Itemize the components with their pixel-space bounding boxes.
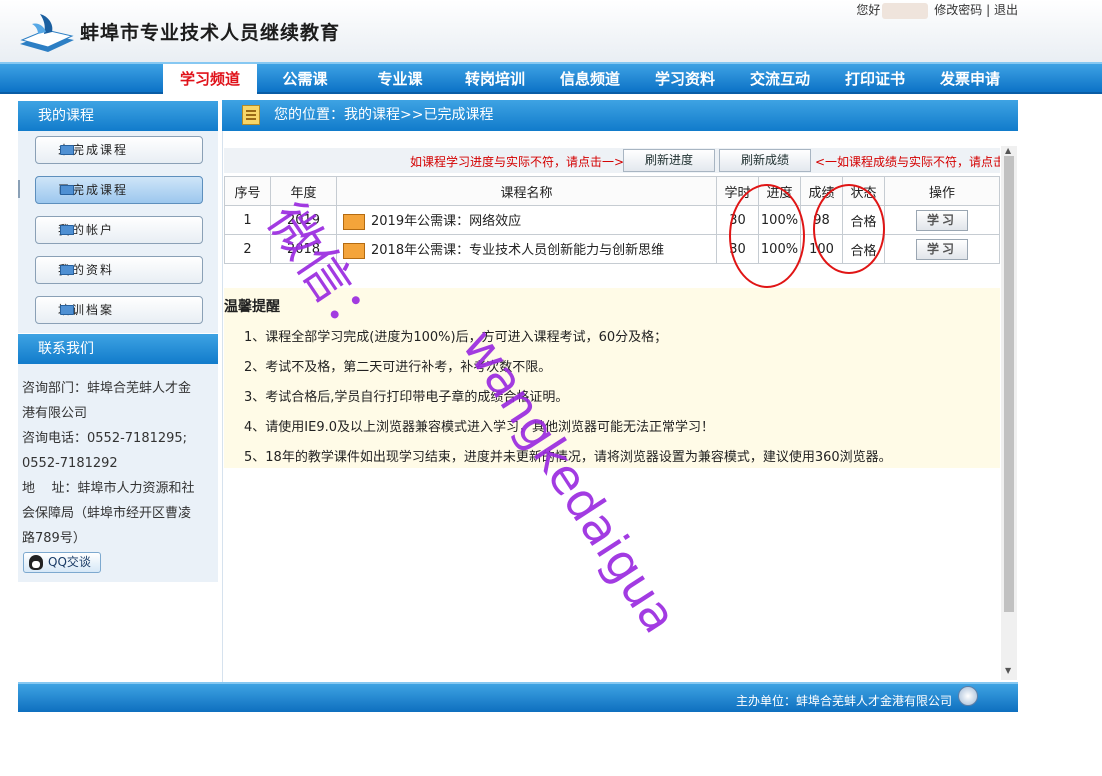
breadcrumb: 您的位置：我的课程>>已完成课程 [222, 100, 1018, 131]
progress-hint: 如课程学习进度与实际不符，请点击一> [410, 155, 625, 169]
user-bar: 您好 修改密码 | 退出 [856, 1, 1018, 19]
refresh-progress-button[interactable]: 刷新进度 [623, 149, 715, 172]
scrollbar[interactable]: ▲ ▼ [1001, 146, 1017, 680]
folder-icon [60, 225, 74, 235]
nav-item-communication[interactable]: 交流互动 [734, 64, 826, 94]
study-button[interactable]: 学习 [916, 209, 968, 231]
contact-line: 会保障局（蚌埠市经开区曹凌 [22, 506, 192, 521]
study-button[interactable]: 学习 [916, 238, 968, 260]
cell-course-name[interactable]: 2019年公需课：网络效应 [336, 205, 717, 235]
folder-icon [60, 145, 74, 155]
site-title: 蚌埠市专业技术人员继续教育 [80, 22, 341, 44]
footer: 主办单位：蚌埠合芜蚌人才金港有限公司 [18, 682, 1018, 712]
breadcrumb-text: 您的位置：我的课程>>已完成课程 [274, 107, 494, 123]
username-blurred [882, 2, 929, 19]
separator: | [986, 3, 991, 17]
nav-item-info-channel[interactable]: 信息频道 [544, 64, 636, 94]
sponsor-text: 主办单位：蚌埠合芜蚌人才金港有限公司 [735, 694, 952, 708]
score-hint: <一如课程成绩与实际不符，请点击 [815, 155, 1000, 169]
folder-icon [60, 185, 74, 195]
globe-icon [958, 686, 978, 706]
contact-title: 联系我们 [18, 334, 218, 364]
header: 蚌埠市专业技术人员继续教育 您好 修改密码 | 退出 [0, 0, 1102, 62]
scroll-up-arrow-icon[interactable]: ▲ [1005, 146, 1011, 155]
nav-item-job-transfer[interactable]: 转岗培训 [449, 64, 541, 94]
contact-info: 咨询部门：蚌埠合芜蚌人才金 港有限公司 咨询电话：0552-7181295; 0… [22, 376, 216, 551]
nav-item-professional-courses[interactable]: 专业课 [357, 64, 443, 94]
scrollbar-thumb[interactable] [1004, 156, 1014, 612]
book-icon [343, 213, 365, 230]
folder-icon [60, 305, 74, 315]
column-header: 序号 [224, 176, 271, 206]
cell-action: 学习 [884, 205, 1000, 235]
table-header-row: 序号 年度 课程名称 学时 进度 成绩 状态 操作 [224, 176, 1000, 206]
contact-line: 地 址：蚌埠市人力资源和社 [22, 481, 195, 496]
nav-item-invoice[interactable]: 发票申请 [924, 64, 1016, 94]
sidebar-item-completed-courses[interactable]: 已完成课程 [35, 176, 203, 204]
contact-line: 港有限公司 [22, 406, 88, 421]
my-courses-title: 我的课程 [18, 101, 218, 131]
logo-icon [20, 14, 74, 52]
greeting: 您好 [856, 3, 881, 17]
tip-line: 1、课程全部学习完成(进度为100%)后，方可进入课程考试，60分及格； [244, 330, 668, 345]
contact-line: 路789号） [22, 531, 86, 546]
contact-line: 咨询电话：0552-7181295; [22, 431, 188, 446]
sidebar-item-my-profile[interactable]: 我的资料 [35, 256, 203, 284]
tip-line: 4、请使用IE9.0及以上浏览器兼容模式进入学习，其他浏览器可能无法正常学习！ [244, 420, 714, 435]
cell-action: 学习 [884, 234, 1000, 264]
annotation-circle-score [813, 184, 885, 274]
column-header: 课程名称 [336, 176, 717, 206]
qq-icon [29, 555, 43, 570]
contact-line: 咨询部门：蚌埠合芜蚌人才金 [22, 381, 192, 396]
qq-chat-button[interactable]: QQ交谈 [23, 552, 101, 573]
active-marker [18, 180, 20, 198]
notepad-icon [242, 105, 260, 125]
nav-item-study-channel[interactable]: 学习频道 [163, 64, 257, 94]
annotation-circle-progress [729, 184, 805, 288]
sidebar-item-incomplete-courses[interactable]: 未完成课程 [35, 136, 203, 164]
course-name: 2019年公需课：网络效应 [371, 214, 522, 230]
tips-title: 温馨提醒 [224, 299, 280, 315]
sidebar-item-my-account[interactable]: 我的帐户 [35, 216, 203, 244]
course-name: 2018年公需课：专业技术人员创新能力与创新思维 [371, 243, 665, 259]
refresh-score-button[interactable]: 刷新成绩 [719, 149, 811, 172]
nav-item-study-materials[interactable]: 学习资料 [639, 64, 731, 94]
nav-item-public-courses[interactable]: 公需课 [262, 64, 348, 94]
column-header: 操作 [884, 176, 1000, 206]
qq-label: QQ交谈 [48, 555, 91, 569]
folder-icon [60, 265, 74, 275]
nav-item-print-certificate[interactable]: 打印证书 [829, 64, 921, 94]
cell-course-name[interactable]: 2018年公需课：专业技术人员创新能力与创新思维 [336, 234, 717, 264]
sidebar-item-training-records[interactable]: 培训档案 [35, 296, 203, 324]
scroll-down-arrow-icon[interactable]: ▼ [1005, 666, 1011, 675]
logout-link[interactable]: 退出 [994, 3, 1018, 17]
change-password-link[interactable]: 修改密码 [934, 3, 982, 17]
contact-line: 0552-7181292 [22, 456, 118, 471]
main-nav: 学习频道 公需课 专业课 转岗培训 信息频道 学习资料 交流互动 打印证书 发票… [0, 62, 1102, 94]
